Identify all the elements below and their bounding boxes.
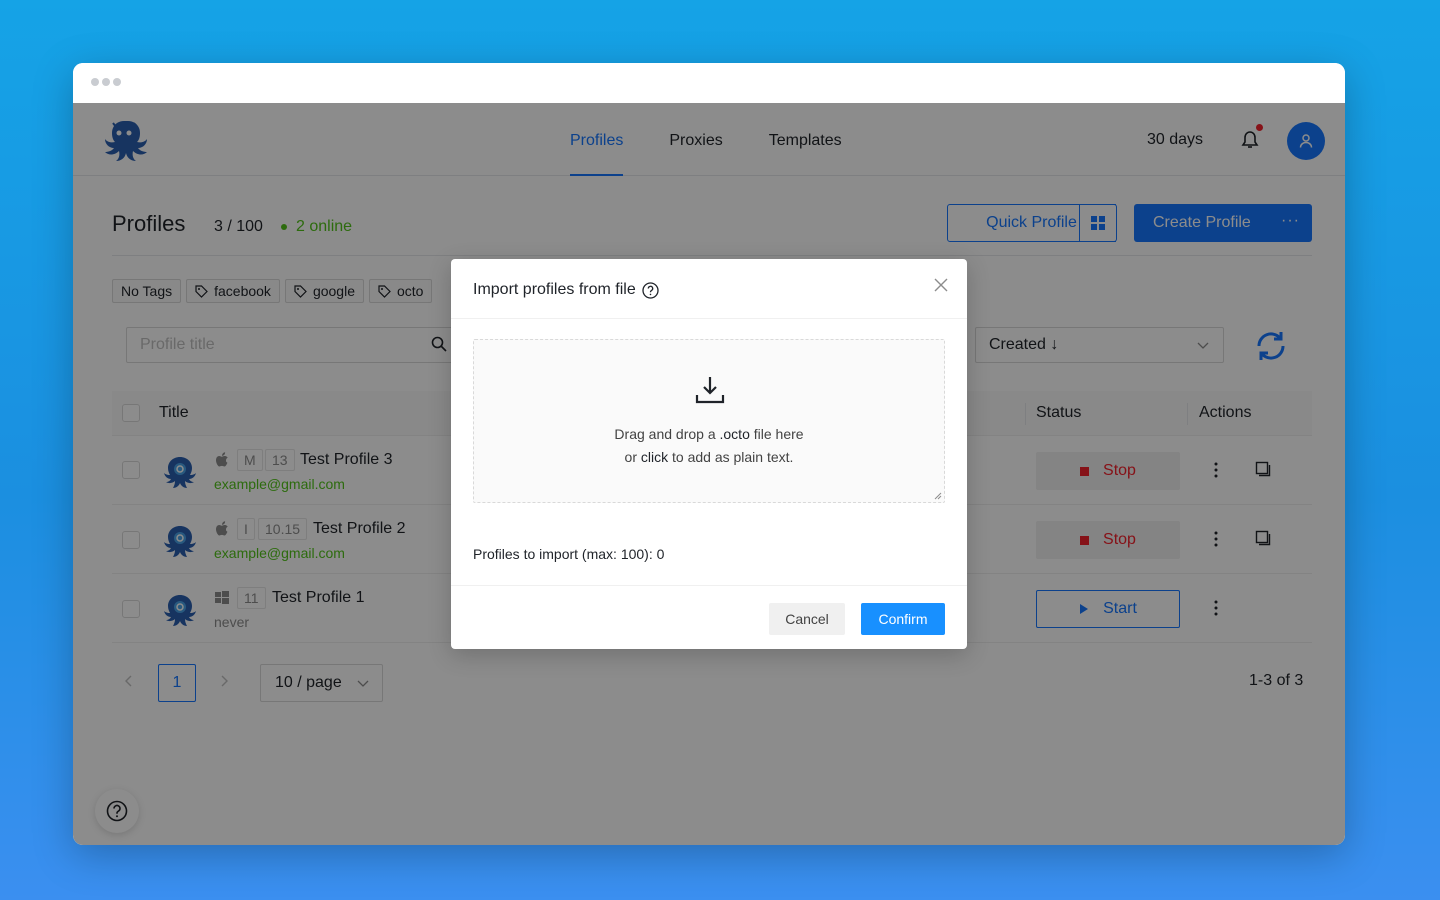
dropzone-instruction: or click to add as plain text. — [474, 449, 944, 465]
close-icon[interactable] — [934, 278, 948, 292]
drop-text: file here — [749, 426, 804, 442]
modal-header: Import profiles from file — [451, 259, 967, 319]
modal-title-text: Import profiles from file — [473, 281, 636, 298]
drop-text: to add as plain text. — [668, 449, 794, 465]
confirm-button[interactable]: Confirm — [861, 603, 945, 635]
file-dropzone[interactable]: Drag and drop a .octo file here or click… — [473, 339, 945, 503]
click-link[interactable]: click — [641, 449, 668, 465]
import-count: Profiles to import (max: 100): 0 — [473, 546, 665, 562]
file-extension: .octo — [719, 426, 750, 442]
dropzone-instruction: Drag and drop a .octo file here — [474, 426, 944, 442]
window-dots — [91, 78, 121, 86]
import-profiles-modal: Import profiles from file Drag and drop … — [451, 259, 967, 649]
resize-handle-icon[interactable] — [934, 492, 942, 500]
question-circle-icon[interactable] — [642, 281, 659, 299]
download-icon — [695, 377, 725, 404]
window-titlebar — [73, 63, 1345, 103]
modal-title: Import profiles from file — [473, 281, 659, 299]
drop-text: or — [624, 449, 641, 465]
modal-footer: Cancel Confirm — [451, 585, 967, 649]
drop-text: Drag and drop a — [614, 426, 720, 442]
cancel-button[interactable]: Cancel — [769, 603, 845, 635]
